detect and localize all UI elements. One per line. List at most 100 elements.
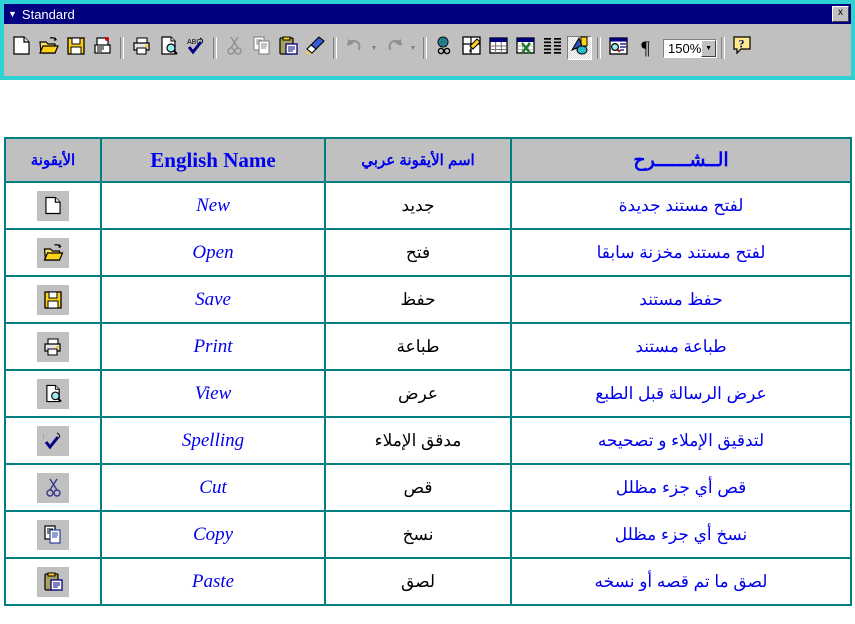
save-button[interactable] [63, 36, 88, 60]
paste-clipboard-icon [37, 566, 69, 597]
redo-button[interactable] [381, 36, 406, 60]
cell-icon: ABC [4, 416, 102, 465]
table-body: لفتح مستند جديدة جديد New لفتح مستند مخز… [4, 181, 852, 606]
toolbar-separator [721, 37, 725, 59]
help-button[interactable]: ? [730, 36, 755, 60]
cell-icon [4, 463, 102, 512]
undo-button[interactable] [342, 36, 367, 60]
paste-button[interactable] [276, 36, 301, 60]
print-button[interactable] [129, 36, 154, 60]
show-formatting-marks-button[interactable]: ¶ [633, 36, 658, 60]
toolbar-grip-arrow-icon[interactable]: ▼ [8, 9, 17, 19]
insert-excel-worksheet-button[interactable] [513, 36, 538, 60]
columns-button[interactable] [540, 36, 565, 60]
cell-arabic-name: مدقق الإملاء [324, 416, 512, 465]
insert-table-icon [489, 37, 508, 59]
email-icon [93, 36, 112, 60]
toolbar-separator [597, 37, 601, 59]
icon-reference-table: الــشــــــرح اسم الأيقونة عربي English … [4, 137, 852, 606]
table-header-row: الــشــــــرح اسم الأيقونة عربي English … [4, 137, 852, 183]
zoom-value: 150% [668, 40, 702, 56]
cut-scissors-icon [37, 472, 69, 503]
email-button[interactable] [90, 36, 115, 60]
toolbar-separator [120, 37, 124, 59]
cell-description: نسخ أي جزء مظلل [510, 510, 852, 559]
table-row: قص أي جزء مظلل قص Cut [4, 463, 852, 512]
table-row: طباعة مستند طباعة Print [4, 322, 852, 371]
cell-arabic-name: طباعة [324, 322, 512, 371]
cell-english-name: Open [100, 228, 326, 277]
pilcrow-icon: ¶ [641, 37, 650, 59]
format-painter-button[interactable] [303, 36, 328, 60]
table-row: حفظ مستند حفظ Save [4, 275, 852, 324]
column-header-icon: الأيقونة [4, 137, 102, 183]
toolbar-button-strip: ABC ▼ ▼ ¶ 150% ▼ ? [4, 24, 851, 72]
cell-description: حفظ مستند [510, 275, 852, 324]
print-icon [37, 331, 69, 362]
columns-icon [543, 37, 562, 59]
insert-excel-sheet-icon [516, 37, 535, 59]
new-document-icon [37, 190, 69, 221]
cell-description: طباعة مستند [510, 322, 852, 371]
cell-icon [4, 557, 102, 606]
toolbar-separator [333, 37, 337, 59]
drawing-icon [570, 36, 589, 60]
table-row: نسخ أي جزء مظلل نسخ Copy [4, 510, 852, 559]
spelling-check-icon: ABC [186, 36, 206, 60]
cell-english-name: New [100, 181, 326, 230]
cell-icon [4, 275, 102, 324]
insert-hyperlink-button[interactable] [432, 36, 457, 60]
cell-arabic-name: قص [324, 463, 512, 512]
close-button[interactable]: x [832, 6, 849, 22]
print-preview-icon [37, 378, 69, 409]
print-preview-icon [160, 36, 178, 60]
undo-icon [346, 38, 364, 58]
cell-english-name: Save [100, 275, 326, 324]
new-document-button[interactable] [9, 36, 34, 60]
cell-english-name: View [100, 369, 326, 418]
zoom-dropdown-arrow-icon[interactable]: ▼ [701, 39, 716, 57]
save-floppy-icon [66, 36, 85, 60]
cell-arabic-name: جديد [324, 181, 512, 230]
new-document-icon [13, 36, 30, 60]
copy-icon [37, 519, 69, 550]
print-icon [132, 36, 152, 60]
tables-and-borders-icon [462, 36, 481, 60]
cell-icon [4, 369, 102, 418]
print-preview-button[interactable] [156, 36, 181, 60]
open-button[interactable] [36, 36, 61, 60]
help-icon: ? [733, 36, 752, 60]
undo-dropdown-arrow-icon[interactable]: ▼ [368, 36, 380, 60]
cell-description: لفتح مستند مخزنة سابقا [510, 228, 852, 277]
format-painter-icon [305, 36, 326, 60]
table-row: لصق ما تم قصه أو نسخه لصق Paste [4, 557, 852, 606]
insert-table-button[interactable] [486, 36, 511, 60]
toolbar-titlebar[interactable]: ▼ Standard x [4, 4, 851, 24]
copy-icon [252, 36, 271, 60]
toolbar-separator [213, 37, 217, 59]
document-map-button[interactable] [606, 36, 631, 60]
cell-arabic-name: عرض [324, 369, 512, 418]
column-header-arabic-name: اسم الأيقونة عربي [324, 137, 512, 183]
column-header-description: الــشــــــرح [510, 137, 852, 183]
copy-button[interactable] [249, 36, 274, 60]
cell-english-name: Print [100, 322, 326, 371]
toolbar-separator [423, 37, 427, 59]
cell-icon [4, 322, 102, 371]
table-row: عرض الرسالة قبل الطبع عرض View [4, 369, 852, 418]
cell-english-name: Copy [100, 510, 326, 559]
cell-icon [4, 228, 102, 277]
spelling-button[interactable]: ABC [183, 36, 208, 60]
cell-arabic-name: فتح [324, 228, 512, 277]
standard-toolbar-window: ▼ Standard x ABC ▼ ▼ ¶ 150% ▼ ? [0, 0, 855, 80]
cut-button[interactable] [222, 36, 247, 60]
cut-scissors-icon [227, 36, 242, 60]
tables-and-borders-button[interactable] [459, 36, 484, 60]
cell-description: لفتح مستند جديدة [510, 181, 852, 230]
redo-dropdown-arrow-icon[interactable]: ▼ [407, 36, 419, 60]
zoom-combobox[interactable]: 150% ▼ [663, 38, 717, 58]
open-folder-icon [37, 237, 69, 268]
spelling-check-icon: ABC [37, 425, 69, 456]
table-row: لتدقيق الإملاء و تصحيحه مدقق الإملاء Spe… [4, 416, 852, 465]
drawing-button[interactable] [567, 36, 592, 60]
